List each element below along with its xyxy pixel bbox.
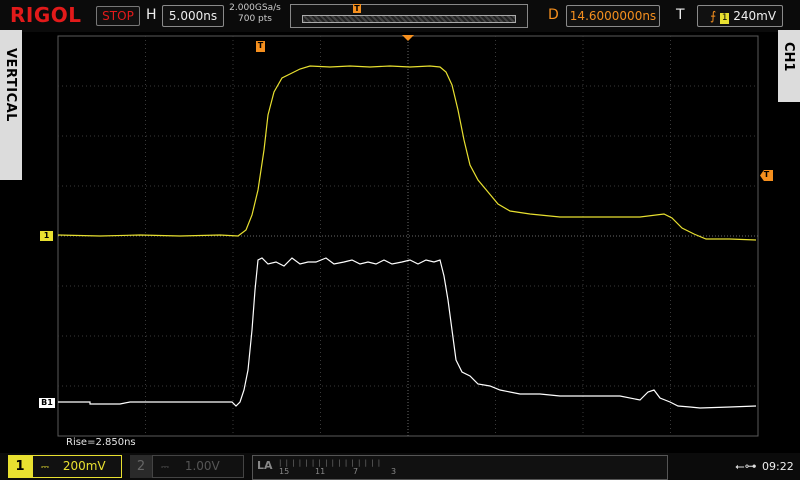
logic-analyzer-tab[interactable]: LA 15 11 7 3 | | | | | | | | | | | | | |… <box>252 455 668 480</box>
ch2-scale-box[interactable]: ⎓ 1.00V <box>152 455 244 478</box>
waveform-display[interactable] <box>0 0 800 480</box>
la-channel-label: 15 <box>279 467 290 476</box>
clock: 09:22 <box>762 460 794 473</box>
dc-coupling-icon: ⎓ <box>161 462 169 473</box>
la-channel-label: 7 <box>353 467 359 476</box>
ch1-scale-box[interactable]: ⎓ 200mV <box>32 455 122 478</box>
ch1-tab[interactable]: 1 ⎓ 200mV <box>0 455 124 478</box>
ch2-number: 2 <box>130 455 152 478</box>
ch2-scale: 1.00V <box>184 459 220 473</box>
trigger-time-marker[interactable]: T <box>256 41 265 52</box>
la-channel-label: 11 <box>315 467 326 476</box>
la-channel-label: 3 <box>391 467 397 476</box>
la-bit-indicators: | | | | | | | | | | | | | | | | <box>279 459 382 467</box>
ch1-number: 1 <box>8 455 32 478</box>
dc-coupling-icon: ⎓ <box>41 462 49 473</box>
la-label: LA <box>257 459 273 472</box>
rise-time-measurement: Rise=2.850ns <box>66 437 136 448</box>
trigger-position-marker[interactable] <box>402 35 414 41</box>
usb-icon: ⭠⊶ <box>735 459 757 473</box>
ch1-scale: 200mV <box>62 459 106 473</box>
ch1-ground-marker[interactable]: 1 <box>40 231 53 241</box>
bus1-ground-marker[interactable]: B1 <box>39 398 55 408</box>
ch1-waveform <box>57 65 757 241</box>
ch2-tab[interactable]: 2 ⎓ 1.00V <box>130 455 248 478</box>
